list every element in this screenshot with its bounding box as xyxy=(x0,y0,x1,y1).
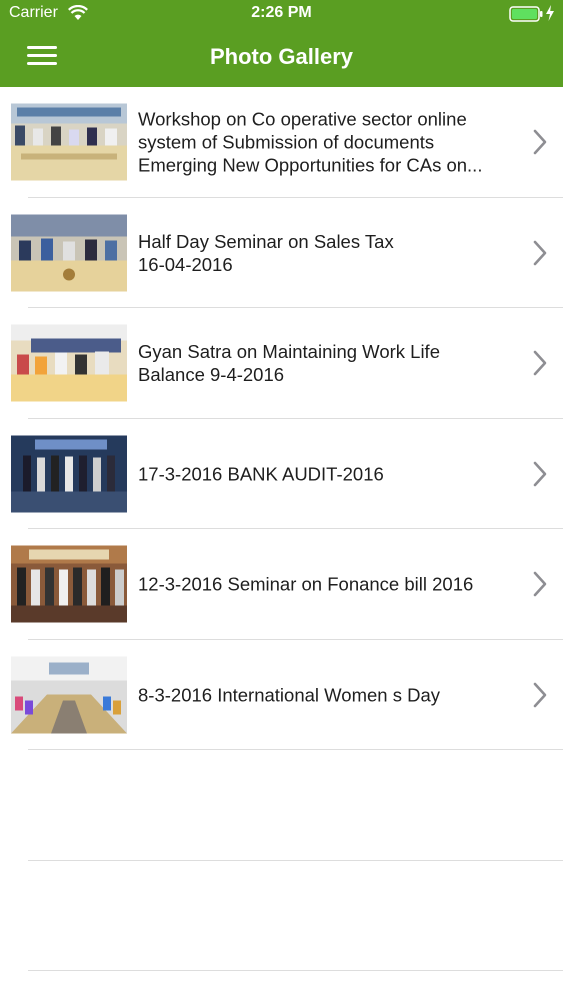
gallery-thumbnail xyxy=(11,103,127,181)
list-item[interactable]: Workshop on Co operative sector online s… xyxy=(0,87,563,198)
gallery-thumbnail xyxy=(11,545,127,623)
chevron-right-icon xyxy=(533,571,547,597)
clock: 2:26 PM xyxy=(251,4,312,21)
list-item[interactable]: Half Day Seminar on Sales Tax 16-04-2016 xyxy=(0,198,563,309)
list-item[interactable]: 12-3-2016 Seminar on Fonance bill 2016 xyxy=(0,529,563,640)
chevron-right-icon xyxy=(533,240,547,266)
empty-list-row xyxy=(0,750,563,861)
gallery-item-title: Half Day Seminar on Sales Tax 16-04-2016 xyxy=(138,230,394,275)
gallery-thumbnail xyxy=(11,214,127,292)
page-title: Photo Gallery xyxy=(209,44,354,69)
chevron-right-icon xyxy=(533,682,547,708)
chevron-right-icon xyxy=(533,461,547,487)
status-bar: Carrier 2:26 PM xyxy=(0,0,563,28)
battery-icon xyxy=(509,6,543,22)
gallery-item-title: Gyan Satra on Maintaining Work Life Bala… xyxy=(138,341,440,386)
gallery-item-title: 12-3-2016 Seminar on Fonance bill 2016 xyxy=(138,573,474,595)
gallery-item-title: 17-3-2016 BANK AUDIT-2016 xyxy=(138,463,384,485)
list-item[interactable]: Gyan Satra on Maintaining Work Life Bala… xyxy=(0,308,563,419)
gallery-list: Workshop on Co operative sector online s… xyxy=(0,87,563,971)
navigation-bar: Carrier 2:26 PM Photo Gallery xyxy=(0,0,563,87)
gallery-item-title: 8-3-2016 International Women s Day xyxy=(138,684,440,706)
chevron-right-icon xyxy=(533,350,547,376)
gallery-thumbnail xyxy=(11,656,127,734)
gallery-thumbnail xyxy=(11,324,127,402)
gallery-thumbnail xyxy=(11,435,127,513)
chevron-right-icon xyxy=(533,129,547,155)
charging-bolt-icon xyxy=(546,5,554,21)
empty-list-row xyxy=(0,861,563,972)
gallery-item-title: Workshop on Co operative sector online s… xyxy=(138,108,483,176)
list-item[interactable]: 17-3-2016 BANK AUDIT-2016 xyxy=(0,419,563,530)
list-item[interactable]: 8-3-2016 International Women s Day xyxy=(0,640,563,751)
